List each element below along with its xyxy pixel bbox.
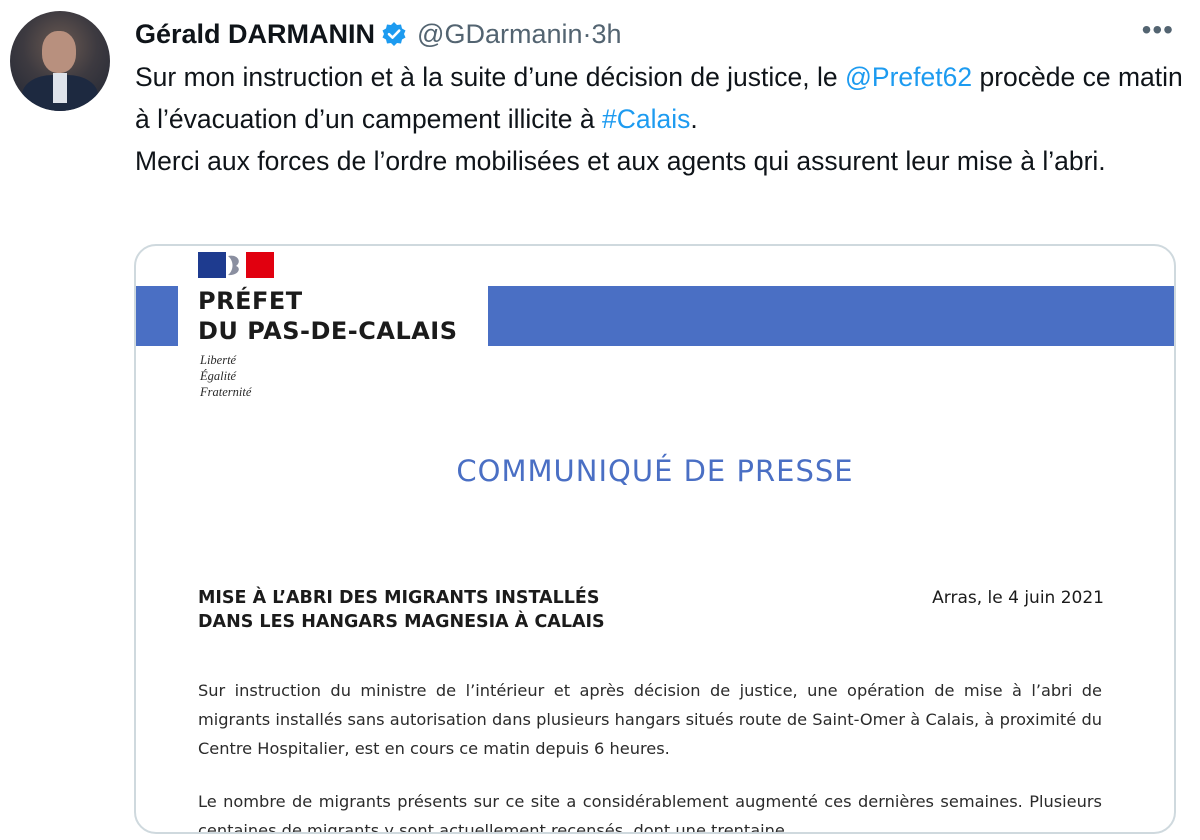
hashtag-link[interactable]: #Calais — [602, 104, 690, 134]
avatar[interactable] — [10, 11, 110, 111]
headline-line: DANS LES HANGARS MAGNESIA À CALAIS — [198, 612, 605, 632]
tweet-text: Sur mon instruction et à la suite d’une … — [135, 56, 1185, 182]
press-paragraph: Sur instruction du ministre de l’intérie… — [198, 681, 1102, 758]
marianne-logo — [198, 252, 274, 278]
prefet-line: PRÉFET — [198, 287, 303, 315]
press-paragraph: Le nombre de migrants présents sur ce si… — [198, 792, 1102, 834]
prefet-line: DU PAS-DE-CALAIS — [198, 317, 458, 345]
author-name[interactable]: Gérald DARMANIN — [135, 19, 375, 50]
avatar-face — [42, 31, 76, 73]
verified-badge-icon — [381, 21, 407, 47]
mention-link[interactable]: @Prefet62 — [845, 62, 972, 92]
avatar-shirt — [53, 73, 67, 103]
tweet-time[interactable]: 3h — [592, 19, 622, 50]
tweet-text-part: . — [690, 104, 698, 134]
header-band-left — [136, 286, 178, 346]
author-handle[interactable]: @GDarmanin — [417, 19, 582, 50]
press-release-date: Arras, le 4 juin 2021 — [932, 588, 1104, 608]
separator-dot: · — [582, 18, 592, 49]
press-release-title: COMMUNIQUÉ DE PRESSE — [456, 454, 854, 488]
more-options-icon[interactable]: ••• — [1142, 16, 1174, 44]
devise-line: Égalité — [200, 369, 237, 383]
tweet-header: Gérald DARMANIN @GDarmanin · 3h — [135, 14, 622, 54]
press-release-headline: MISE À L’ABRI DES MIGRANTS INSTALLÉS DAN… — [198, 586, 605, 634]
prefet-block: PRÉFET DU PAS-DE-CALAIS — [198, 286, 458, 346]
attached-image[interactable]: PRÉFET DU PAS-DE-CALAIS Liberté Égalité … — [134, 244, 1176, 834]
devise: Liberté Égalité Fraternité — [200, 352, 251, 400]
tweet-text-part: Sur mon instruction et à la suite d’une … — [135, 62, 846, 92]
devise-line: Fraternité — [200, 385, 252, 399]
header-band-right — [488, 286, 1174, 346]
headline-line: MISE À L’ABRI DES MIGRANTS INSTALLÉS — [198, 588, 600, 608]
tweet-text-part: Merci aux forces de l’ordre mobilisées e… — [135, 146, 1106, 176]
devise-line: Liberté — [200, 353, 237, 367]
